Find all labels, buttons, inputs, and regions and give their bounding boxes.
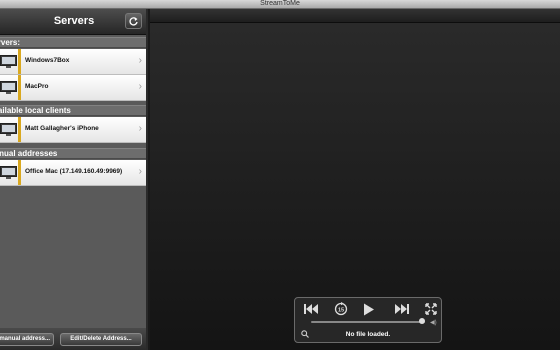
computer-monitor-icon: [0, 55, 17, 68]
volume-icon: ◀): [430, 320, 437, 326]
client-row-iphone[interactable]: Matt Gallagher's iPhone ›: [0, 117, 146, 143]
refresh-icon: [129, 17, 138, 26]
row-accent-stripe: [18, 117, 21, 142]
manual-row-office-mac[interactable]: Office Mac (17.149.160.49:9969) ›: [0, 160, 146, 186]
window-title: StreamToMe: [260, 0, 300, 7]
chevron-right-icon: ›: [138, 55, 142, 66]
computer-monitor-icon: [0, 123, 17, 136]
sidebar-navbar: Servers: [0, 9, 146, 35]
playback-hud: 15 ◀) No file loaded.: [294, 297, 442, 343]
computer-monitor-icon: [0, 81, 17, 94]
seek-slider[interactable]: [311, 321, 425, 323]
window-title-bar: StreamToMe: [0, 0, 560, 9]
player-toolbar: [150, 9, 560, 23]
play-icon[interactable]: [363, 303, 375, 316]
section-header-manual-addresses: Manual addresses: [0, 148, 146, 159]
refresh-button[interactable]: [125, 13, 142, 29]
server-sidebar: Servers Servers: Windows7Box › MacPro › …: [0, 9, 148, 350]
section-header-servers: Servers:: [0, 37, 146, 48]
add-manual-address-button[interactable]: Add manual address...: [0, 333, 54, 346]
replay-15-icon[interactable]: 15: [334, 302, 348, 316]
chevron-right-icon: ›: [138, 81, 142, 92]
edit-delete-address-button[interactable]: Edit/Delete Address...: [60, 333, 142, 346]
computer-monitor-icon: [0, 166, 17, 179]
row-label: MacPro: [25, 83, 49, 90]
row-accent-stripe: [18, 160, 21, 185]
svg-text:15: 15: [338, 307, 344, 313]
section-header-local-clients: Available local clients: [0, 105, 146, 116]
fullscreen-icon[interactable]: [425, 303, 437, 315]
sidebar-bottom-toolbar: Add manual address... Edit/Delete Addres…: [0, 328, 146, 350]
server-row-windows7box[interactable]: Windows7Box ›: [0, 49, 146, 75]
server-row-macpro[interactable]: MacPro ›: [0, 75, 146, 101]
playback-status: No file loaded.: [345, 331, 391, 338]
chevron-right-icon: ›: [138, 123, 142, 134]
row-label: Matt Gallagher's iPhone: [25, 125, 99, 132]
skip-forward-icon[interactable]: [394, 303, 410, 315]
chevron-right-icon: ›: [138, 166, 142, 177]
skip-back-icon[interactable]: [303, 303, 319, 315]
row-label: Windows7Box: [25, 57, 70, 64]
row-label: Office Mac (17.149.160.49:9969): [25, 168, 123, 175]
seek-slider-knob[interactable]: [418, 318, 425, 324]
row-accent-stripe: [18, 75, 21, 100]
row-accent-stripe: [18, 49, 21, 74]
